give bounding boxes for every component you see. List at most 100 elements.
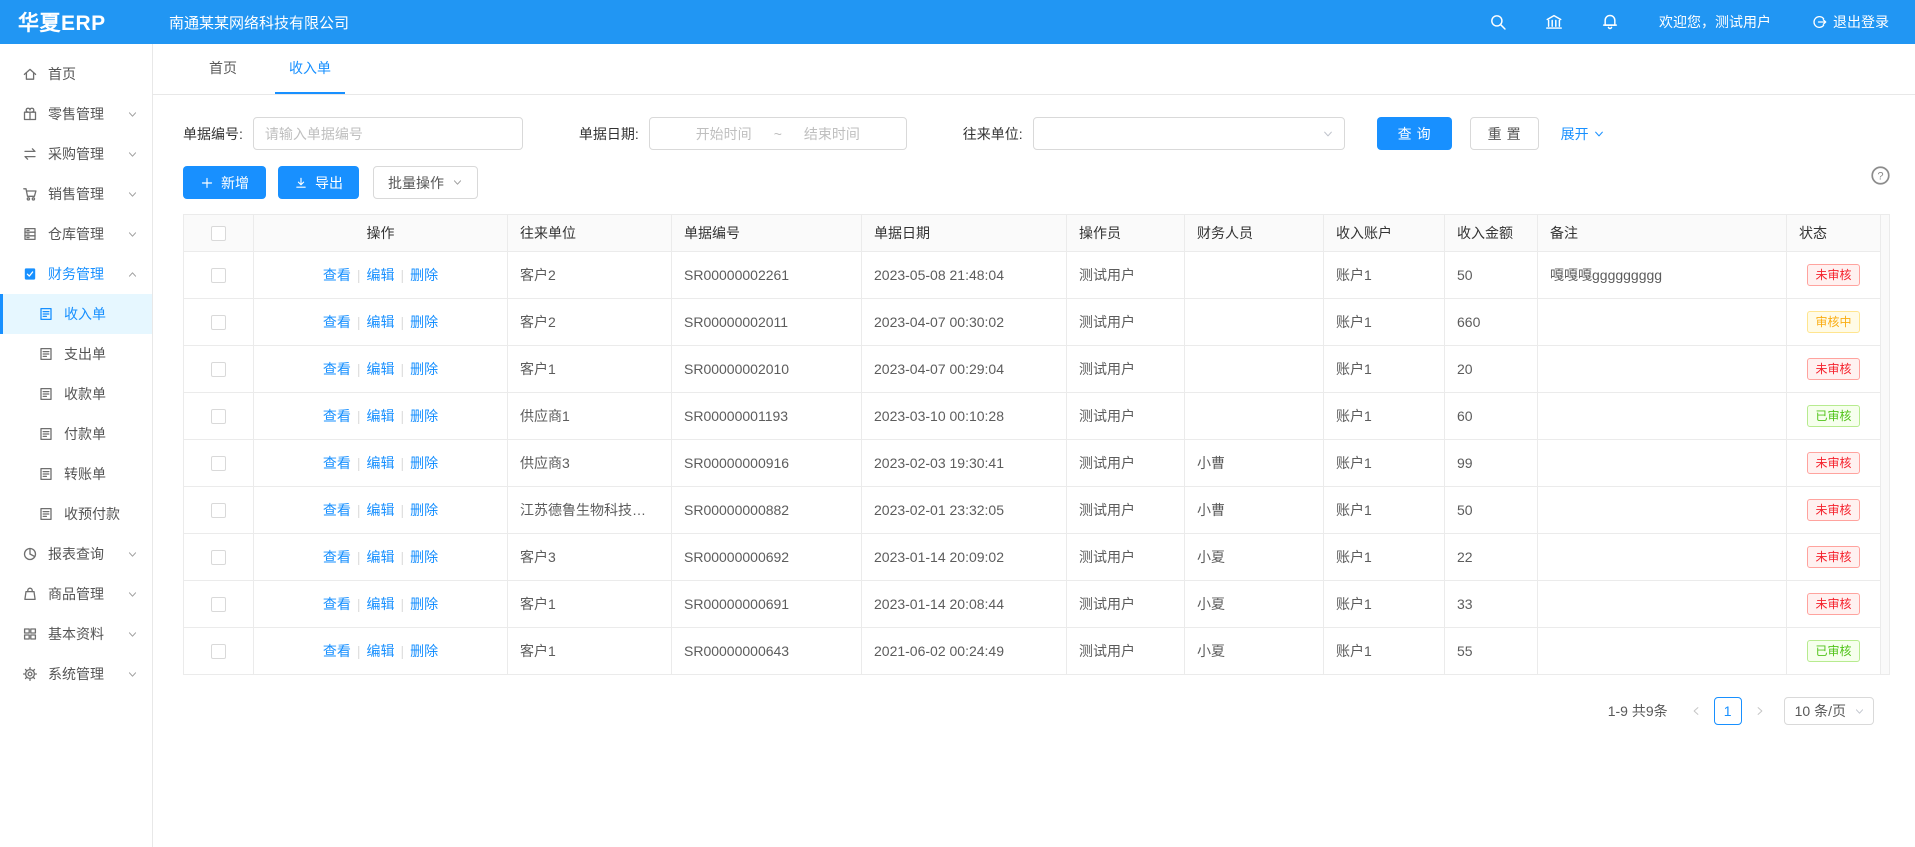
table-scrollbar[interactable] <box>1881 214 1890 675</box>
row-action-view[interactable]: 查看 <box>323 596 351 612</box>
row-action-edit[interactable]: 编辑 <box>367 455 395 471</box>
cell-amount: 55 <box>1445 628 1538 675</box>
finance-icon <box>22 266 38 282</box>
sidebar-subitem-expense-bill[interactable]: 支出单 <box>0 334 152 374</box>
cell-select <box>184 252 254 299</box>
row-checkbox[interactable] <box>211 456 226 471</box>
row-action-delete[interactable]: 删除 <box>410 455 438 471</box>
row-action-edit[interactable]: 编辑 <box>367 361 395 377</box>
sidebar-item-sales[interactable]: 销售管理 <box>0 174 152 214</box>
sidebar-item-goods[interactable]: 商品管理 <box>0 574 152 614</box>
row-action-delete[interactable]: 删除 <box>410 643 438 659</box>
row-checkbox[interactable] <box>211 597 226 612</box>
cell-status: 已审核 <box>1787 393 1881 440</box>
row-action-edit[interactable]: 编辑 <box>367 596 395 612</box>
bill-no-input[interactable] <box>253 117 523 150</box>
add-button[interactable]: 新增 <box>183 166 266 199</box>
search-button[interactable]: 查询 <box>1377 117 1452 150</box>
tab-home[interactable]: 首页 <box>195 44 251 94</box>
status-badge: 未审核 <box>1807 358 1859 380</box>
tab-income-bill[interactable]: 收入单 <box>275 44 345 94</box>
row-action-delete[interactable]: 删除 <box>410 502 438 518</box>
action-separator: | <box>357 549 361 565</box>
bell-icon[interactable] <box>1601 13 1619 31</box>
app-logo: 华夏ERP <box>0 7 153 37</box>
logout-button[interactable]: 退出登录 <box>1811 12 1889 32</box>
sidebar-item-report[interactable]: 报表查询 <box>0 534 152 574</box>
date-range-picker[interactable]: ~ <box>649 117 907 150</box>
sidebar-subitem-transfer-bill[interactable]: 转账单 <box>0 454 152 494</box>
sidebar-item-basic[interactable]: 基本资料 <box>0 614 152 654</box>
sidebar-item-system[interactable]: 系统管理 <box>0 654 152 694</box>
row-checkbox[interactable] <box>211 409 226 424</box>
search-icon[interactable] <box>1489 13 1507 31</box>
date-start-input[interactable] <box>678 125 770 143</box>
row-action-delete[interactable]: 删除 <box>410 361 438 377</box>
sidebar-subitem-income-bill[interactable]: 收入单 <box>0 294 152 334</box>
sidebar-item-warehouse[interactable]: 仓库管理 <box>0 214 152 254</box>
row-action-delete[interactable]: 删除 <box>410 267 438 283</box>
date-end-input[interactable] <box>786 125 878 143</box>
row-checkbox[interactable] <box>211 503 226 518</box>
cell-amount: 20 <box>1445 346 1538 393</box>
cell-select <box>184 487 254 534</box>
row-checkbox[interactable] <box>211 268 226 283</box>
row-checkbox[interactable] <box>211 644 226 659</box>
export-label: 导出 <box>315 173 343 193</box>
status-badge: 已审核 <box>1807 640 1859 662</box>
row-action-delete[interactable]: 删除 <box>410 408 438 424</box>
cell-operator: 测试用户 <box>1067 252 1185 299</box>
prev-page-icon[interactable] <box>1682 697 1710 725</box>
row-action-view[interactable]: 查看 <box>323 408 351 424</box>
cell-amount: 60 <box>1445 393 1538 440</box>
page-number[interactable]: 1 <box>1714 697 1742 725</box>
sidebar-item-finance[interactable]: 财务管理 <box>0 254 152 294</box>
row-action-edit[interactable]: 编辑 <box>367 267 395 283</box>
next-page-icon[interactable] <box>1746 697 1774 725</box>
row-action-edit[interactable]: 编辑 <box>367 549 395 565</box>
reset-button[interactable]: 重置 <box>1470 117 1539 150</box>
row-action-delete[interactable]: 删除 <box>410 314 438 330</box>
row-action-view[interactable]: 查看 <box>323 314 351 330</box>
action-separator: | <box>357 455 361 471</box>
sidebar-item-purchase[interactable]: 采购管理 <box>0 134 152 174</box>
cell-select <box>184 534 254 581</box>
sidebar-item-retail[interactable]: 零售管理 <box>0 94 152 134</box>
doc-icon <box>38 466 54 482</box>
row-action-view[interactable]: 查看 <box>323 502 351 518</box>
select-all-checkbox[interactable] <box>211 226 226 241</box>
row-action-view[interactable]: 查看 <box>323 549 351 565</box>
expand-link[interactable]: 展开 <box>1561 124 1605 144</box>
row-checkbox[interactable] <box>211 550 226 565</box>
row-action-edit[interactable]: 编辑 <box>367 408 395 424</box>
row-action-edit[interactable]: 编辑 <box>367 502 395 518</box>
cell-account: 账户1 <box>1324 393 1445 440</box>
row-checkbox[interactable] <box>211 362 226 377</box>
row-action-delete[interactable]: 删除 <box>410 596 438 612</box>
row-checkbox[interactable] <box>211 315 226 330</box>
export-button[interactable]: 导出 <box>278 166 359 199</box>
row-action-view[interactable]: 查看 <box>323 267 351 283</box>
bank-icon[interactable] <box>1545 13 1563 31</box>
page-size-select[interactable]: 10 条/页 <box>1784 697 1874 725</box>
sidebar-subitem-advance-bill[interactable]: 收预付款 <box>0 494 152 534</box>
row-action-view[interactable]: 查看 <box>323 643 351 659</box>
unit-select[interactable] <box>1033 117 1345 150</box>
row-action-edit[interactable]: 编辑 <box>367 643 395 659</box>
row-action-view[interactable]: 查看 <box>323 455 351 471</box>
sidebar-item-home[interactable]: 首页 <box>0 54 152 94</box>
row-action-edit[interactable]: 编辑 <box>367 314 395 330</box>
sidebar-item-label: 采购管理 <box>48 144 104 164</box>
sidebar-subitem-payment-bill[interactable]: 付款单 <box>0 414 152 454</box>
cell-finance-staff: 小夏 <box>1185 628 1324 675</box>
home-icon <box>22 66 38 82</box>
row-action-view[interactable]: 查看 <box>323 361 351 377</box>
cell-remark: 嘎嘎嘎ggggggggg <box>1538 252 1787 299</box>
help-icon[interactable]: ? <box>1870 165 1891 186</box>
action-separator: | <box>401 361 405 377</box>
sidebar-subitem-receipt-bill[interactable]: 收款单 <box>0 374 152 414</box>
batch-operation-button[interactable]: 批量操作 <box>373 166 478 199</box>
sidebar-subitem-label: 收入单 <box>64 304 106 324</box>
row-action-delete[interactable]: 删除 <box>410 549 438 565</box>
chevron-down-icon <box>1854 706 1865 717</box>
